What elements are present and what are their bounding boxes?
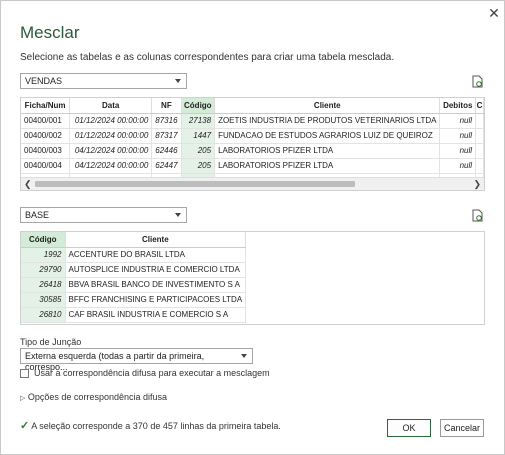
table-cell: [475, 143, 484, 159]
column-header[interactable]: Código: [181, 98, 216, 114]
table-cell: 205: [181, 158, 216, 174]
table-cell: LABORATORIOS PFIZER LTDA: [214, 158, 441, 174]
table-cell: 27138: [181, 113, 216, 129]
table-cell: 04/12/2024 00:00:00: [69, 143, 153, 159]
table-cell: AUTOSPLICE INDUSTRIA E COMERCIO LTDA: [65, 262, 247, 278]
match-status-text: A seleção corresponde a 370 de 457 linha…: [31, 421, 281, 431]
table-cell: 00400/004: [21, 158, 71, 174]
table-cell: FUNDACAO DE ESTUDOS AGRARIOS LUIZ DE QUE…: [214, 128, 441, 144]
scroll-left-icon[interactable]: ❮: [24, 179, 32, 190]
first-table-select-value: VENDAS: [25, 76, 63, 86]
column-header[interactable]: NF: [151, 98, 182, 114]
table-cell: BBVA BRASIL BANCO DE INVESTIMENTO S A: [65, 277, 247, 293]
table-cell: 04/12/2024 00:00:00: [69, 158, 153, 174]
dialog-description: Selecione as tabelas e as colunas corres…: [20, 52, 395, 63]
table-cell: 00400/003: [21, 143, 71, 159]
column-header[interactable]: Código: [21, 232, 66, 248]
table-cell: 1992: [21, 247, 66, 263]
column-header[interactable]: Ficha/Num: [21, 98, 71, 114]
table-row: 1992 ACCENTURE DO BRASIL LTDA: [21, 247, 247, 263]
table-cell: 62447: [151, 158, 182, 174]
table-cell: CAF BRASIL INDUSTRIA E COMERCIO S A: [65, 307, 247, 323]
second-table: Código Cliente 1992 ACCENTURE DO BRASIL LT…: [21, 232, 247, 323]
table-row: 00400/001 01/12/2024 00:00:00 87316 27138 ZO…: [21, 113, 484, 129]
column-header[interactable]: C: [475, 98, 484, 114]
table-cell: 26418: [21, 277, 66, 293]
table-cell: 29790: [21, 262, 66, 278]
ok-button[interactable]: OK: [387, 419, 431, 437]
table-cell: 87316: [151, 113, 182, 129]
first-table: Ficha/Num Data NF Código Cliente Debitos C 004…: [21, 98, 484, 189]
scroll-right-icon[interactable]: ❯: [473, 179, 481, 190]
table-cell: [475, 113, 484, 129]
table-cell: 87317: [151, 128, 182, 144]
table-row: 29790 AUTOSPLICE INDUSTRIA E COMERCIO LTD…: [21, 262, 247, 278]
second-table-select[interactable]: BASE: [20, 207, 187, 223]
table-row: 30585 BFFC FRANCHISING E PARTICIPACOES LT…: [21, 292, 247, 308]
chevron-down-icon: [175, 213, 181, 217]
table-cell: ACCENTURE DO BRASIL LTDA: [65, 247, 247, 263]
table-row: 00400/002 01/12/2024 00:00:00 87317 1447 FUN…: [21, 128, 484, 144]
table-cell: 1447: [181, 128, 216, 144]
join-type-label: Tipo de Junção: [20, 337, 82, 347]
first-table-preview: Ficha/Num Data NF Código Cliente Debitos C 004…: [20, 97, 485, 191]
close-icon[interactable]: ✕: [487, 6, 501, 20]
table-cell: 01/12/2024 00:00:00: [69, 113, 153, 129]
join-type-select[interactable]: Externa esquerda (todas a partir da prim…: [20, 348, 253, 372]
merge-dialog: ✕ Mesclar Selecione as tabelas e as colu…: [0, 0, 505, 455]
column-header[interactable]: Cliente: [214, 98, 441, 114]
table-cell: null: [439, 128, 477, 144]
table-row: 26418 BBVA BRASIL BANCO DE INVESTIMENTO S…: [21, 277, 247, 293]
fuzzy-options-toggle[interactable]: ▷ Opções de correspondência difusa: [20, 392, 167, 402]
column-header[interactable]: Debitos: [439, 98, 477, 114]
table-cell: 00400/001: [21, 113, 71, 129]
table-cell: 30585: [21, 292, 66, 308]
table-row: 26810 CAF BRASIL INDUSTRIA E COMERCIO S A: [21, 307, 247, 323]
table-cell: BFFC FRANCHISING E PARTICIPACOES LTDA: [65, 292, 247, 308]
refresh-preview-icon[interactable]: [471, 209, 484, 222]
table-cell: 00400/002: [21, 128, 71, 144]
table-cell: LABORATORIOS PFIZER LTDA: [214, 143, 441, 159]
fuzzy-options-label: Opções de correspondência difusa: [27, 392, 167, 402]
table-cell: null: [439, 158, 477, 174]
table-cell: 205: [181, 143, 216, 159]
refresh-preview-icon[interactable]: [471, 75, 484, 88]
table-cell: ZOETIS INDUSTRIA DE PRODUTOS VETERINARIO…: [214, 113, 441, 129]
scrollbar-thumb[interactable]: [35, 181, 355, 187]
checkmark-icon: ✓: [20, 420, 30, 432]
chevron-down-icon: [175, 79, 181, 83]
column-header[interactable]: Cliente: [65, 232, 247, 248]
horizontal-scrollbar[interactable]: ❮ ❯: [21, 177, 484, 190]
fuzzy-match-checkbox[interactable]: [20, 369, 29, 378]
table-cell: 62446: [151, 143, 182, 159]
first-table-select[interactable]: VENDAS: [20, 73, 187, 89]
table-row: 00400/003 04/12/2024 00:00:00 62446 205 LABO…: [21, 143, 484, 159]
chevron-right-icon: ▷: [20, 395, 26, 402]
table-cell: [475, 158, 484, 174]
fuzzy-match-label[interactable]: Usar a correspondência difusa para execu…: [34, 368, 270, 378]
table-row: 00400/004 04/12/2024 00:00:00 62447 205 LABO…: [21, 158, 484, 174]
match-status: ✓ A seleção corresponde a 370 de 457 lin…: [20, 419, 281, 432]
table-cell: null: [439, 113, 477, 129]
second-table-preview: Código Cliente 1992 ACCENTURE DO BRASIL LT…: [20, 231, 485, 325]
table-cell: 26810: [21, 307, 66, 323]
table-cell: [475, 128, 484, 144]
table-cell: null: [439, 143, 477, 159]
table-cell: 01/12/2024 00:00:00: [69, 128, 153, 144]
dialog-title: Mesclar: [20, 23, 80, 42]
chevron-down-icon: [241, 354, 247, 358]
second-table-select-value: BASE: [25, 210, 50, 220]
cancel-button[interactable]: Cancelar: [440, 419, 484, 437]
column-header[interactable]: Data: [69, 98, 153, 114]
